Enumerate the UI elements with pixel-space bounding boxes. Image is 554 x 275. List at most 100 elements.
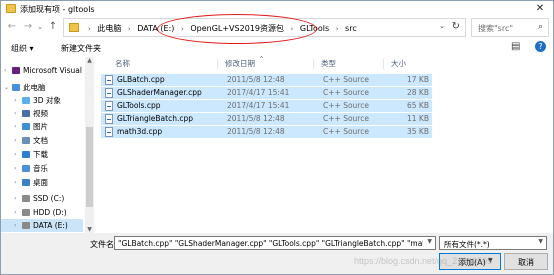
organize-menu-button[interactable]: 组织 ▾ (11, 43, 34, 54)
sidebar-item-label: 文档 (33, 136, 48, 145)
back-arrow-icon[interactable]: ← (5, 20, 19, 34)
sidebar-item-label: SSD (C:) (33, 194, 65, 203)
file-type: C++ Source (323, 88, 369, 97)
scroll-up-icon[interactable]: ▲ (85, 57, 94, 64)
sidebar-item-label: HDD (D:) (33, 208, 67, 217)
expand-chevron-icon[interactable]: ⌄ (4, 81, 9, 94)
sidebar-item-label: DATA (E:) (33, 221, 68, 230)
new-folder-button[interactable]: 新建文件夹 (61, 43, 101, 54)
pictures-icon (22, 123, 30, 130)
sidebar-item-label: 音乐 (33, 164, 48, 173)
chevron-down-icon[interactable]: ⌄ (439, 22, 445, 30)
chevron-right-icon[interactable]: › (336, 25, 339, 33)
3d-objects-icon (22, 97, 30, 104)
cpp-file-icon (105, 127, 113, 137)
drive-icon (22, 195, 30, 202)
help-icon[interactable]: ? (535, 41, 546, 52)
window-title: 添加现有项 - gltools (20, 5, 95, 14)
music-icon (22, 165, 30, 172)
sidebar-item[interactable]: › 图片 (1, 120, 83, 133)
file-date: 2011/5/8 12:48 (227, 127, 285, 136)
sort-arrow-icon: ^ (259, 56, 265, 63)
sidebar-item[interactable]: › HDD (D:) (1, 206, 83, 219)
video-icon (22, 110, 30, 117)
sidebar-item-label: 3D 对象 (33, 96, 61, 105)
file-name: GLTools.cpp (117, 101, 161, 110)
close-button[interactable]: ✕ (533, 2, 547, 16)
forward-arrow-icon[interactable]: → (21, 20, 35, 34)
file-row[interactable]: GLTools.cpp 2017/4/17 15:41 C++ Source 65 K… (101, 100, 432, 112)
expand-chevron-icon[interactable]: › (14, 148, 16, 161)
file-size: 28 KB (407, 88, 429, 97)
sidebar-item[interactable]: ⌄ 此电脑 (1, 81, 83, 94)
cancel-button-label: 取消 (518, 258, 534, 267)
expand-chevron-icon[interactable]: › (14, 134, 16, 147)
recent-locations-chevron-icon[interactable]: ⌄ (36, 20, 44, 34)
title-bar: 添加现有项 - gltools ✕ (1, 1, 553, 17)
sidebar-item[interactable]: › 文档 (1, 134, 83, 147)
drive-icon (22, 209, 30, 216)
watermark-text: https://blog.csdn.net/qq_21049505 (354, 256, 493, 266)
file-row[interactable]: GLShaderManager.cpp 2017/4/17 15:41 C++ So… (101, 87, 432, 99)
file-row[interactable]: GLBatch.cpp 2011/5/8 12:48 C++ Source 17 KB (101, 74, 432, 86)
cpp-file-icon (105, 88, 113, 98)
expand-chevron-icon[interactable]: › (14, 107, 16, 120)
sidebar-item[interactable]: › 视频 (1, 107, 83, 120)
navigation-pane: ▲ ▼ › Microsoft Visual ⌄ 此电脑 › 3D 对象 › 视频 › 图片 › 文档… (1, 57, 95, 233)
sidebar-item[interactable]: › 3D 对象 (1, 94, 83, 107)
sidebar-scrollbar[interactable]: ▲ ▼ (85, 57, 94, 233)
chevron-right-icon[interactable]: › (88, 25, 91, 33)
expand-chevron-icon[interactable]: › (14, 219, 16, 232)
cancel-button[interactable]: 取消 (504, 253, 548, 270)
expand-chevron-icon[interactable]: › (14, 120, 16, 133)
file-size: 11 KB (407, 114, 429, 123)
column-header-size[interactable]: 大小 (391, 57, 406, 71)
view-options-icon[interactable]: ▤ (511, 41, 520, 52)
sidebar-item[interactable]: › Microsoft Visual (1, 64, 83, 77)
file-date: 2011/5/8 12:48 (227, 114, 285, 123)
cpp-file-icon (105, 114, 113, 124)
file-row[interactable]: math3d.cpp 2011/5/8 12:48 C++ Source 35 KB (101, 126, 432, 138)
file-type: C++ Source (323, 114, 369, 123)
file-name: math3d.cpp (117, 127, 163, 136)
chevron-down-icon[interactable]: ▼ (427, 238, 432, 245)
refresh-icon[interactable]: ↻ (452, 21, 460, 32)
chevron-right-icon[interactable]: › (128, 25, 131, 33)
drive-icon (22, 222, 30, 229)
expand-chevron-icon[interactable]: › (14, 176, 16, 189)
expand-chevron-icon[interactable]: › (14, 162, 16, 175)
file-row[interactable]: GLTriangleBatch.cpp 2011/5/8 12:48 C++ Sou… (101, 113, 432, 125)
search-placeholder: 搜索"src" (478, 24, 514, 33)
search-icon[interactable]: ⌕ (538, 22, 543, 32)
expand-chevron-icon[interactable]: › (14, 192, 16, 205)
file-date: 2017/4/17 15:41 (227, 101, 290, 110)
column-header-name[interactable]: 名称 (115, 57, 130, 71)
scrollbar-thumb[interactable] (86, 127, 93, 207)
column-divider[interactable] (217, 59, 218, 69)
filename-input[interactable]: "GLBatch.cpp" "GLShaderManager.cpp" "GLT… (114, 236, 436, 250)
sidebar-item[interactable]: › 桌面 (1, 176, 83, 189)
expand-chevron-icon[interactable]: › (14, 206, 16, 219)
sidebar-item[interactable]: › 音乐 (1, 162, 83, 175)
breadcrumb-item[interactable]: src (345, 24, 357, 33)
search-input[interactable]: 搜索"src" ⌕ (471, 18, 549, 37)
column-divider[interactable] (313, 59, 314, 69)
file-type-select[interactable]: 所有文件(*.*) ▼ (439, 236, 547, 250)
sidebar-item[interactable]: › 下载 (1, 148, 83, 161)
column-divider[interactable] (383, 59, 384, 69)
chevron-down-icon[interactable]: ▼ (538, 238, 543, 245)
downloads-icon (22, 151, 30, 158)
expand-chevron-icon[interactable]: › (4, 64, 6, 77)
sidebar-item-label: 下载 (33, 150, 48, 159)
sidebar-item[interactable]: › SSD (C:) (1, 192, 83, 205)
expand-chevron-icon[interactable]: › (14, 94, 16, 107)
scroll-down-icon[interactable]: ▼ (85, 226, 94, 233)
file-date: 2017/4/17 15:41 (227, 88, 290, 97)
breadcrumb-item[interactable]: 此电脑 (97, 23, 121, 34)
column-header-type[interactable]: 类型 (321, 57, 336, 71)
folder-icon (6, 4, 16, 13)
file-name: GLShaderManager.cpp (117, 88, 202, 97)
column-header-date[interactable]: 修改日期 (225, 57, 255, 71)
up-arrow-icon[interactable]: ↑ (46, 20, 60, 34)
sidebar-item[interactable]: › DATA (E:) (1, 219, 83, 232)
